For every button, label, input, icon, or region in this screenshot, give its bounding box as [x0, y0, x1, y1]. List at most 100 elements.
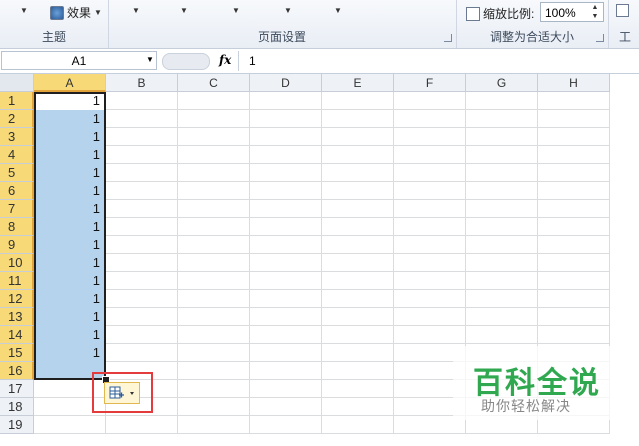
cell-d13[interactable]	[250, 308, 322, 326]
cell-f11[interactable]	[394, 272, 466, 290]
cell-d5[interactable]	[250, 164, 322, 182]
row-header-18[interactable]: 18	[0, 398, 34, 416]
row-header-14[interactable]: 14	[0, 326, 34, 344]
cell-c5[interactable]	[178, 164, 250, 182]
cell-e10[interactable]	[322, 254, 394, 272]
cell-b12[interactable]	[106, 290, 178, 308]
cell-e1[interactable]	[322, 92, 394, 110]
cell-c9[interactable]	[178, 236, 250, 254]
cell-g10[interactable]	[466, 254, 538, 272]
cell-f6[interactable]	[394, 182, 466, 200]
cell-e11[interactable]	[322, 272, 394, 290]
theme-dropdown[interactable]: ▼	[20, 6, 28, 15]
cell-g4[interactable]	[466, 146, 538, 164]
row-header-10[interactable]: 10	[0, 254, 34, 272]
cell-e12[interactable]	[322, 290, 394, 308]
cell-b7[interactable]	[106, 200, 178, 218]
cell-e18[interactable]	[322, 398, 394, 416]
column-header-a[interactable]: A	[34, 74, 106, 92]
print-area-dropdown[interactable]: ▼	[284, 6, 292, 15]
cell-c13[interactable]	[178, 308, 250, 326]
cell-b9[interactable]	[106, 236, 178, 254]
cell-b10[interactable]	[106, 254, 178, 272]
margins-dropdown[interactable]: ▼	[132, 6, 140, 15]
cell-b1[interactable]	[106, 92, 178, 110]
cell-h7[interactable]	[538, 200, 610, 218]
cell-d2[interactable]	[250, 110, 322, 128]
cell-c19[interactable]	[178, 416, 250, 434]
cell-f1[interactable]	[394, 92, 466, 110]
cell-g5[interactable]	[466, 164, 538, 182]
cell-a19[interactable]	[34, 416, 106, 434]
cell-d16[interactable]	[250, 362, 322, 380]
cell-b14[interactable]	[106, 326, 178, 344]
cell-d1[interactable]	[250, 92, 322, 110]
cell-b4[interactable]	[106, 146, 178, 164]
column-header-e[interactable]: E	[322, 74, 394, 92]
zoom-spinner[interactable]: ▲ ▼	[588, 3, 602, 21]
column-header-f[interactable]: F	[394, 74, 466, 92]
cell-h2[interactable]	[538, 110, 610, 128]
orientation-dropdown[interactable]: ▼	[180, 6, 188, 15]
cell-h10[interactable]	[538, 254, 610, 272]
cell-b5[interactable]	[106, 164, 178, 182]
cell-b6[interactable]	[106, 182, 178, 200]
cell-h11[interactable]	[538, 272, 610, 290]
row-header-5[interactable]: 5	[0, 164, 34, 182]
cell-e8[interactable]	[322, 218, 394, 236]
cell-h1[interactable]	[538, 92, 610, 110]
cell-b8[interactable]	[106, 218, 178, 236]
row-header-11[interactable]: 11	[0, 272, 34, 290]
cell-c10[interactable]	[178, 254, 250, 272]
cell-b13[interactable]	[106, 308, 178, 326]
cell-h6[interactable]	[538, 182, 610, 200]
cell-g11[interactable]	[466, 272, 538, 290]
effects-button[interactable]: 效果 ▼	[50, 4, 102, 21]
cell-c11[interactable]	[178, 272, 250, 290]
cell-e17[interactable]	[322, 380, 394, 398]
row-header-19[interactable]: 19	[0, 416, 34, 434]
cell-d8[interactable]	[250, 218, 322, 236]
cell-d6[interactable]	[250, 182, 322, 200]
cell-f2[interactable]	[394, 110, 466, 128]
formula-input[interactable]: 1	[249, 54, 256, 68]
cell-d10[interactable]	[250, 254, 322, 272]
cell-c18[interactable]	[178, 398, 250, 416]
row-header-13[interactable]: 13	[0, 308, 34, 326]
row-header-6[interactable]: 6	[0, 182, 34, 200]
cell-e6[interactable]	[322, 182, 394, 200]
cell-c17[interactable]	[178, 380, 250, 398]
cell-g7[interactable]	[466, 200, 538, 218]
cell-b15[interactable]	[106, 344, 178, 362]
cell-d18[interactable]	[250, 398, 322, 416]
select-all-corner[interactable]	[0, 74, 34, 92]
cell-c15[interactable]	[178, 344, 250, 362]
cell-d3[interactable]	[250, 128, 322, 146]
cell-e3[interactable]	[322, 128, 394, 146]
cell-g1[interactable]	[466, 92, 538, 110]
cell-d12[interactable]	[250, 290, 322, 308]
cell-f4[interactable]	[394, 146, 466, 164]
row-header-9[interactable]: 9	[0, 236, 34, 254]
row-header-7[interactable]: 7	[0, 200, 34, 218]
cell-g6[interactable]	[466, 182, 538, 200]
cell-e5[interactable]	[322, 164, 394, 182]
cell-e15[interactable]	[322, 344, 394, 362]
cell-c6[interactable]	[178, 182, 250, 200]
cell-g3[interactable]	[466, 128, 538, 146]
cell-f12[interactable]	[394, 290, 466, 308]
cell-f8[interactable]	[394, 218, 466, 236]
cell-e2[interactable]	[322, 110, 394, 128]
row-header-16[interactable]: 16	[0, 362, 34, 380]
cell-c2[interactable]	[178, 110, 250, 128]
column-header-c[interactable]: C	[178, 74, 250, 92]
insert-function-icon[interactable]: fx	[219, 53, 231, 67]
cell-e16[interactable]	[322, 362, 394, 380]
cell-c4[interactable]	[178, 146, 250, 164]
row-header-12[interactable]: 12	[0, 290, 34, 308]
breaks-dropdown[interactable]: ▼	[334, 6, 342, 15]
size-dropdown[interactable]: ▼	[232, 6, 240, 15]
cell-b19[interactable]	[106, 416, 178, 434]
cell-c12[interactable]	[178, 290, 250, 308]
cell-d11[interactable]	[250, 272, 322, 290]
